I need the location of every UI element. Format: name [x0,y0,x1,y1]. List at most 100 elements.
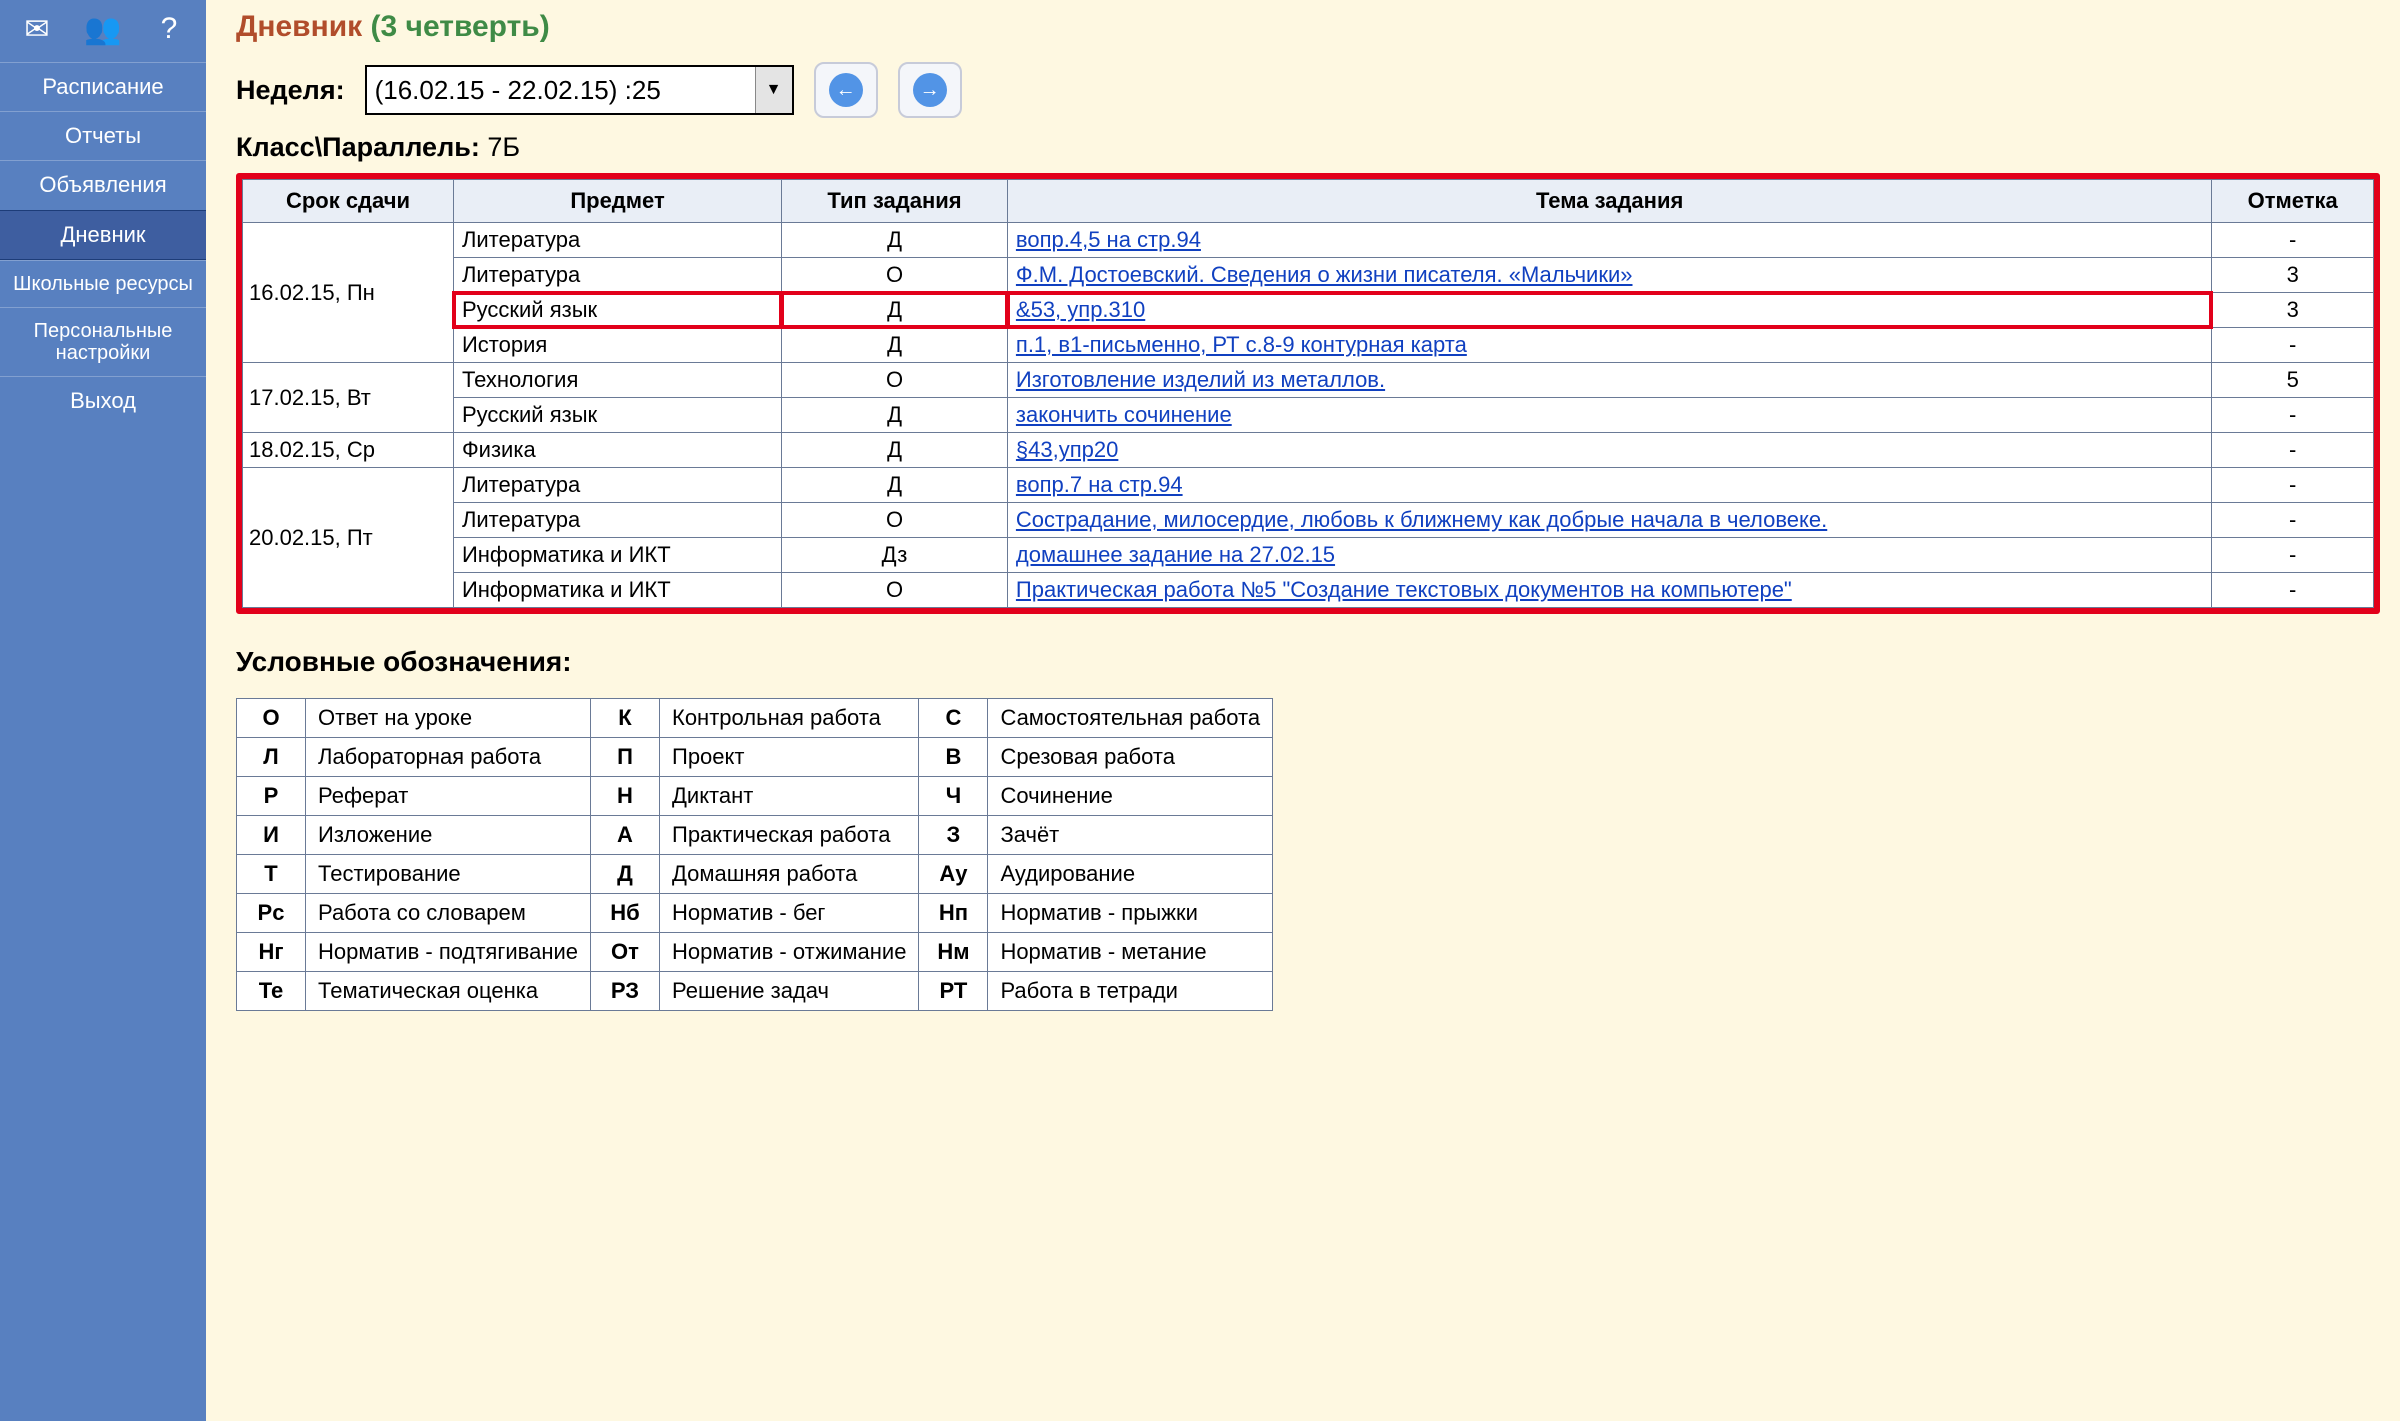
topic-cell: &53, упр.310 [1007,293,2211,328]
legend-code: В [919,738,988,777]
sidebar-item-6[interactable]: Выход [0,376,206,425]
type-cell: О [782,363,1008,398]
topic-link[interactable]: Изготовление изделий из металлов. [1016,367,1385,392]
legend-text: Контрольная работа [660,699,919,738]
subject-cell: Литература [453,468,781,503]
due-date-cell: 17.02.15, Вт [243,363,454,433]
arrow-left-icon: ← [829,73,863,107]
legend-code: А [591,816,660,855]
prev-week-button[interactable]: ← [814,62,878,118]
legend-text: Норматив - бег [660,894,919,933]
sidebar-item-0[interactable]: Расписание [0,62,206,111]
next-week-button[interactable]: → [898,62,962,118]
legend-code: Нг [237,933,306,972]
sidebar-item-4[interactable]: Школьные ресурсы [0,260,206,307]
legend-row: НгНорматив - подтягиваниеОтНорматив - от… [237,933,1273,972]
mail-icon[interactable]: ✉ [14,6,60,52]
class-line: Класс\Параллель: 7Б [236,132,2380,163]
legend-row: ИИзложениеАПрактическая работаЗЗачёт [237,816,1273,855]
topic-link[interactable]: Практическая работа №5 "Создание текстов… [1016,577,1792,602]
class-label: Класс\Параллель: [236,132,480,162]
topic-cell: Ф.М. Достоевский. Сведения о жизни писат… [1007,258,2211,293]
table-row: Русский языкД&53, упр.3103 [243,293,2374,328]
due-date-cell: 20.02.15, Пт [243,468,454,608]
legend-text: Диктант [660,777,919,816]
top-icons: ✉ 👥 ? [0,0,206,62]
type-cell: Д [782,468,1008,503]
dropdown-icon[interactable]: ▼ [755,67,792,113]
topic-link[interactable]: закончить сочинение [1016,402,1232,427]
mark-cell: - [2212,398,2374,433]
topic-link[interactable]: домашнее задание на 27.02.15 [1016,542,1335,567]
users-icon[interactable]: 👥 [80,6,126,52]
subject-cell: Информатика и ИКТ [453,573,781,608]
topic-cell: Сострадание, милосердие, любовь к ближне… [1007,503,2211,538]
topic-cell: §43,упр20 [1007,433,2211,468]
type-cell: Д [782,223,1008,258]
mark-cell: - [2212,223,2374,258]
topic-link[interactable]: §43,упр20 [1016,437,1118,462]
diary-table-highlight: Срок сдачиПредметТип заданияТема задания… [236,173,2380,614]
sidebar-item-3[interactable]: Дневник [0,210,206,260]
topic-link[interactable]: вопр.7 на стр.94 [1016,472,1183,497]
legend-code: З [919,816,988,855]
legend-code: От [591,933,660,972]
legend-code: К [591,699,660,738]
legend-row: ТеТематическая оценкаРЗРешение задачРТРа… [237,972,1273,1011]
sidebar-item-5[interactable]: Персональные настройки [0,307,206,376]
topic-cell: Практическая работа №5 "Создание текстов… [1007,573,2211,608]
legend-text: Проект [660,738,919,777]
legend-text: Норматив - прыжки [988,894,1273,933]
mark-cell: 3 [2212,293,2374,328]
legend-code: Те [237,972,306,1011]
mark-cell: - [2212,573,2374,608]
legend-text: Работа со словарем [306,894,591,933]
title-subtitle: (3 четверть) [371,10,550,43]
legend-code: Нб [591,894,660,933]
topic-cell: закончить сочинение [1007,398,2211,433]
table-row: ЛитератураОФ.М. Достоевский. Сведения о … [243,258,2374,293]
diary-col-0: Срок сдачи [243,180,454,223]
legend-code: Д [591,855,660,894]
type-cell: О [782,258,1008,293]
subject-cell: Литература [453,223,781,258]
legend-code: Рс [237,894,306,933]
sidebar-item-1[interactable]: Отчеты [0,111,206,160]
week-select[interactable]: (16.02.15 - 22.02.15) :25 ▼ [365,65,794,115]
type-cell: О [782,503,1008,538]
topic-link[interactable]: п.1, в1-письменно, РТ с.8-9 контурная ка… [1016,332,1467,357]
sidebar-item-2[interactable]: Объявления [0,160,206,209]
legend-code: О [237,699,306,738]
table-row: 16.02.15, ПнЛитератураДвопр.4,5 на стр.9… [243,223,2374,258]
topic-cell: домашнее задание на 27.02.15 [1007,538,2211,573]
legend-text: Ответ на уроке [306,699,591,738]
subject-cell: История [453,328,781,363]
topic-link[interactable]: Сострадание, милосердие, любовь к ближне… [1016,507,1827,532]
type-cell: Д [782,328,1008,363]
legend-code: Р [237,777,306,816]
legend-text: Реферат [306,777,591,816]
topic-link[interactable]: Ф.М. Достоевский. Сведения о жизни писат… [1016,262,1633,287]
legend-table: ООтвет на урокеККонтрольная работаССамос… [236,698,1273,1011]
due-date-cell: 18.02.15, Ср [243,433,454,468]
legend-row: РсРабота со словаремНбНорматив - бегНпНо… [237,894,1273,933]
legend-text: Норматив - подтягивание [306,933,591,972]
legend-code: Нм [919,933,988,972]
legend-row: ООтвет на урокеККонтрольная работаССамос… [237,699,1273,738]
legend-code: Нп [919,894,988,933]
legend-code: С [919,699,988,738]
legend-code: Н [591,777,660,816]
legend-code: РЗ [591,972,660,1011]
topic-cell: п.1, в1-письменно, РТ с.8-9 контурная ка… [1007,328,2211,363]
table-row: Русский языкДзакончить сочинение- [243,398,2374,433]
topic-link[interactable]: &53, упр.310 [1016,297,1145,322]
topic-link[interactable]: вопр.4,5 на стр.94 [1016,227,1201,252]
legend-text: Практическая работа [660,816,919,855]
help-icon[interactable]: ? [146,6,192,52]
sidebar: ✉ 👥 ? РасписаниеОтчетыОбъявленияДневникШ… [0,0,206,1421]
table-row: Информатика и ИКТОПрактическая работа №5… [243,573,2374,608]
table-row: ЛитератураОСострадание, милосердие, любо… [243,503,2374,538]
subject-cell: Технология [453,363,781,398]
type-cell: Д [782,433,1008,468]
table-row: Информатика и ИКТДздомашнее задание на 2… [243,538,2374,573]
